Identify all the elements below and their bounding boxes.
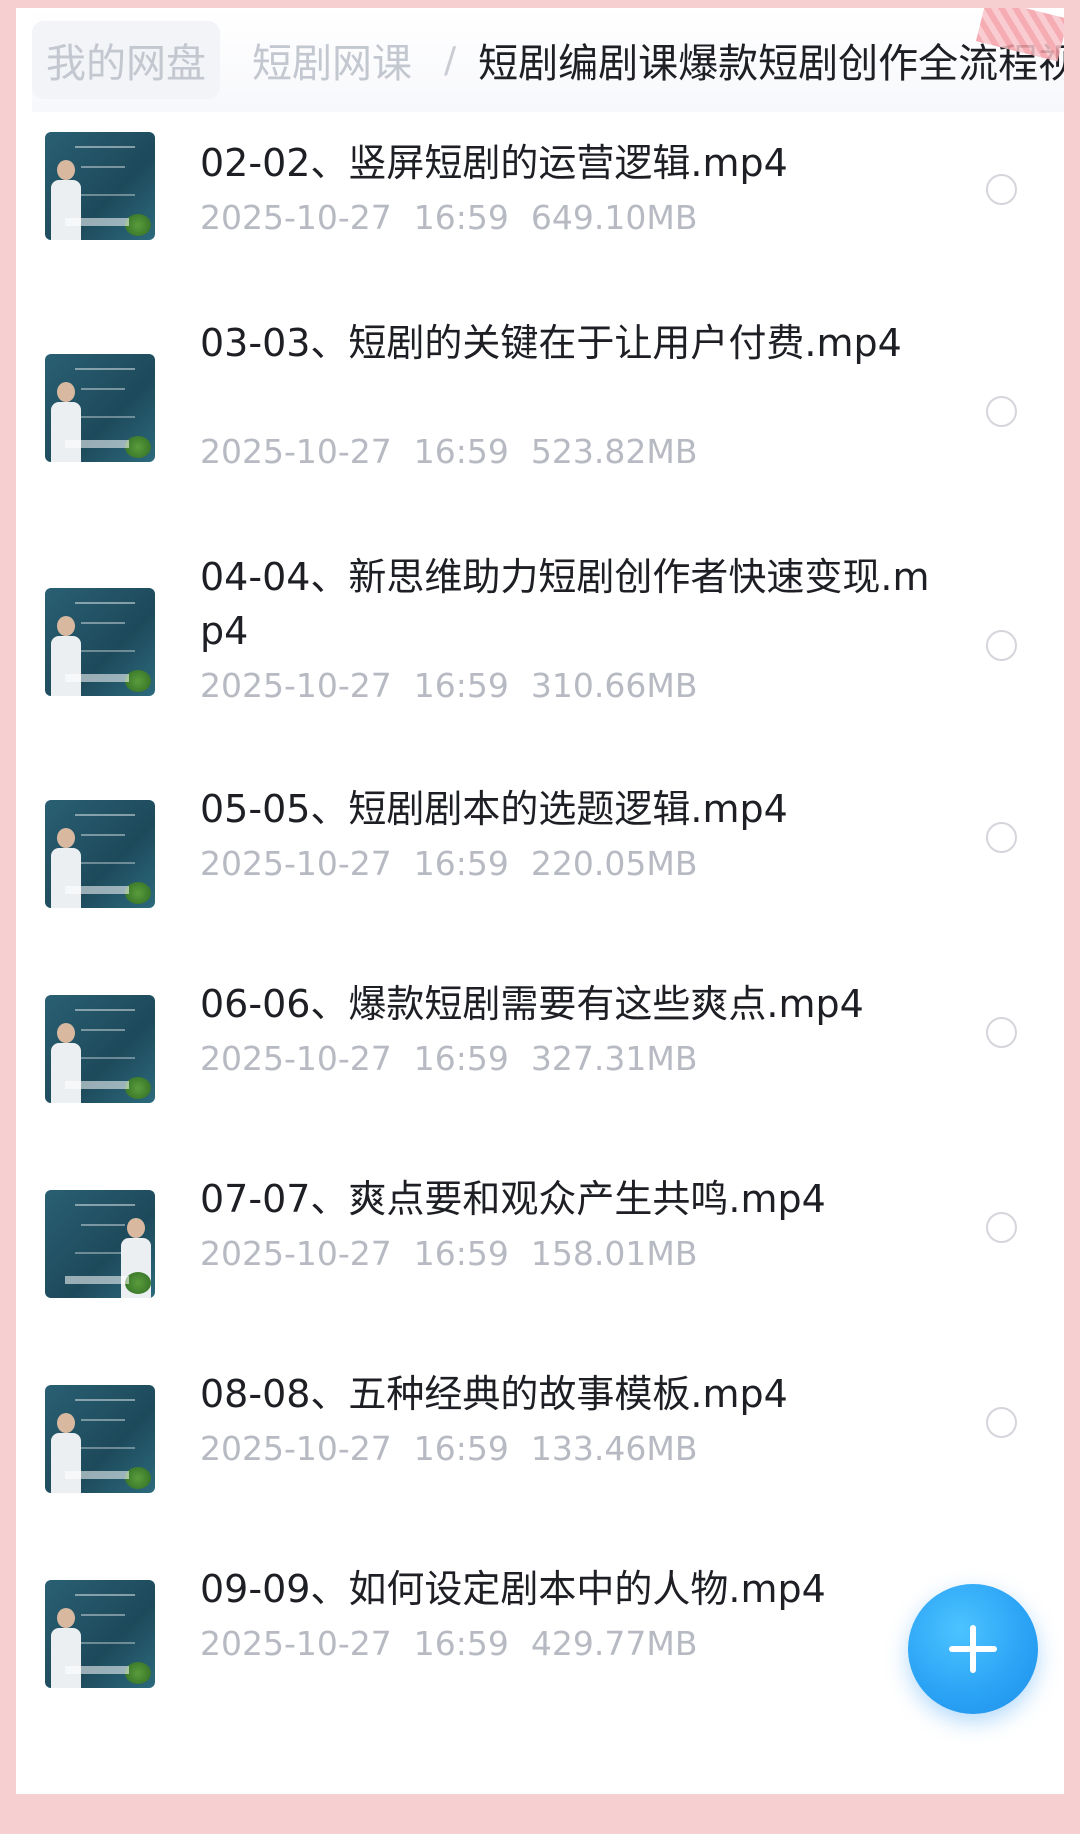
file-date: 2025-10-27 — [200, 432, 392, 471]
file-row[interactable]: 08-08、五种经典的故事模板.mp4 2025-10-27 16:59 133.4… — [16, 1372, 1064, 1513]
file-size: 220.05MB — [530, 844, 698, 883]
file-name: 04-04、新思维助力短剧创作者快速变现.mp4 — [200, 555, 930, 653]
select-radio[interactable] — [986, 1407, 1017, 1438]
file-meta: 2025-10-27 16:59 523.82MB — [200, 432, 719, 471]
file-size: 429.77MB — [530, 1624, 698, 1663]
file-meta: 2025-10-27 16:59 649.10MB — [200, 198, 719, 237]
file-row[interactable]: 06-06、爆款短剧需要有这些爽点.mp4 2025-10-27 16:59 327… — [16, 982, 1064, 1123]
file-date: 2025-10-27 — [200, 666, 392, 705]
select-radio[interactable] — [986, 822, 1017, 853]
file-meta: 2025-10-27 16:59 327.31MB — [200, 1039, 719, 1078]
file-size: 523.82MB — [530, 432, 698, 471]
file-row[interactable]: 03-03、短剧的关键在于让用户付费.mp4 2025-10-27 16:59 52… — [16, 321, 1064, 522]
file-time: 16:59 — [413, 1429, 509, 1468]
video-thumbnail — [45, 588, 155, 696]
breadcrumb-short-drama-course[interactable]: 短剧网课 — [238, 21, 426, 99]
file-time: 16:59 — [413, 1039, 509, 1078]
file-meta: 2025-10-27 16:59 220.05MB — [200, 844, 719, 883]
file-size: 158.01MB — [530, 1234, 698, 1273]
file-row[interactable]: 05-05、短剧剧本的选题逻辑.mp4 2025-10-27 16:59 220.0… — [16, 787, 1064, 928]
breadcrumb: 我的网盘 短剧网课 / 短剧编剧课爆款短剧创作全流程视 — [32, 8, 1064, 112]
select-radio[interactable] — [986, 1017, 1017, 1048]
file-date: 2025-10-27 — [200, 1624, 392, 1663]
file-time: 16:59 — [413, 432, 509, 471]
breadcrumb-current-folder: 短剧编剧课爆款短剧创作全流程视 — [478, 41, 1064, 87]
video-thumbnail — [45, 800, 155, 908]
plus-icon — [949, 1625, 997, 1673]
file-meta: 2025-10-27 16:59 158.01MB — [200, 1234, 719, 1273]
select-radio[interactable] — [986, 174, 1017, 205]
video-thumbnail — [45, 1385, 155, 1493]
video-thumbnail — [45, 1580, 155, 1688]
file-size: 649.10MB — [530, 198, 698, 237]
select-radio[interactable] — [986, 396, 1017, 427]
file-date: 2025-10-27 — [200, 844, 392, 883]
file-name: 08-08、五种经典的故事模板.mp4 — [200, 1372, 788, 1416]
breadcrumb-my-drive[interactable]: 我的网盘 — [32, 21, 220, 99]
file-date: 2025-10-27 — [200, 1429, 392, 1468]
file-meta: 2025-10-27 16:59 429.77MB — [200, 1624, 719, 1663]
file-row[interactable]: 09-09、如何设定剧本中的人物.mp4 2025-10-27 16:59 429.… — [16, 1567, 1064, 1708]
file-time: 16:59 — [413, 198, 509, 237]
breadcrumb-separator: / — [444, 39, 457, 81]
file-name: 03-03、短剧的关键在于让用户付费.mp4 — [200, 321, 902, 365]
phone-screen: 我的网盘 短剧网课 / 短剧编剧课爆款短剧创作全流程视 02-02、竖屏短剧的运… — [16, 8, 1064, 1794]
file-size: 310.66MB — [530, 666, 698, 705]
file-time: 16:59 — [413, 1624, 509, 1663]
file-name: 06-06、爆款短剧需要有这些爽点.mp4 — [200, 982, 864, 1026]
video-thumbnail — [45, 995, 155, 1103]
file-row[interactable]: 02-02、竖屏短剧的运营逻辑.mp4 2025-10-27 16:59 649.1… — [16, 112, 1064, 252]
file-row[interactable]: 04-04、新思维助力短剧创作者快速变现.mp4 2025-10-27 16:59… — [16, 555, 1064, 756]
select-radio[interactable] — [986, 1212, 1017, 1243]
file-name: 09-09、如何设定剧本中的人物.mp4 — [200, 1567, 826, 1611]
file-name: 07-07、爽点要和观众产生共鸣.mp4 — [200, 1177, 826, 1221]
file-date: 2025-10-27 — [200, 198, 392, 237]
select-radio[interactable] — [986, 630, 1017, 661]
file-name: 05-05、短剧剧本的选题逻辑.mp4 — [200, 787, 788, 831]
file-row[interactable]: 07-07、爽点要和观众产生共鸣.mp4 2025-10-27 16:59 158.… — [16, 1177, 1064, 1318]
video-thumbnail — [45, 354, 155, 462]
file-meta: 2025-10-27 16:59 310.66MB — [200, 666, 719, 705]
add-button[interactable] — [908, 1584, 1038, 1714]
file-name: 02-02、竖屏短剧的运营逻辑.mp4 — [200, 141, 788, 185]
file-date: 2025-10-27 — [200, 1039, 392, 1078]
file-date: 2025-10-27 — [200, 1234, 392, 1273]
file-time: 16:59 — [413, 666, 509, 705]
file-time: 16:59 — [413, 844, 509, 883]
video-thumbnail — [45, 132, 155, 240]
file-meta: 2025-10-27 16:59 133.46MB — [200, 1429, 719, 1468]
file-time: 16:59 — [413, 1234, 509, 1273]
file-size: 327.31MB — [530, 1039, 698, 1078]
video-thumbnail — [45, 1190, 155, 1298]
file-size: 133.46MB — [530, 1429, 698, 1468]
